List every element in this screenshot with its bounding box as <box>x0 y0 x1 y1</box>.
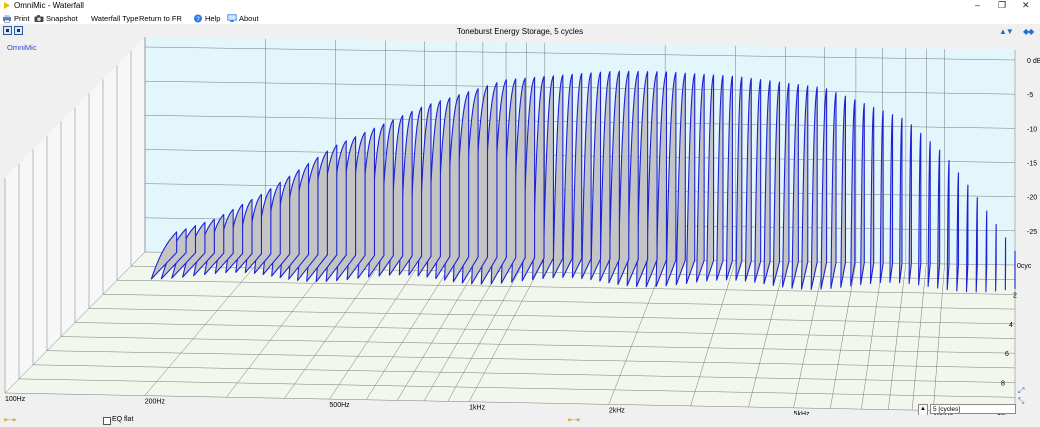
left-range-arrows-icon[interactable]: ⇤⇥ <box>4 416 16 424</box>
z-tick-label: 8 <box>1001 381 1005 388</box>
y-tick-label: -10 <box>1027 126 1037 133</box>
waterfall-plot[interactable]: 100Hz200Hz500Hz1kHz2kHz5kHz10kHz15kHz0 d… <box>0 0 1040 427</box>
decay-slice <box>995 223 997 292</box>
mid-range-arrows-icon[interactable]: ⇤⇥ <box>568 416 580 424</box>
zoom-arrows-icon[interactable]: ◆◆ <box>1023 27 1034 36</box>
eq-flat-label: EQ flat <box>112 416 134 423</box>
y-tick-label: 0 dB <box>1027 58 1040 65</box>
x-tick-label: 200Hz <box>145 399 166 406</box>
y-tick-label: -5 <box>1027 92 1033 99</box>
decay-slice <box>985 210 988 293</box>
eq-flat-checkbox[interactable] <box>103 417 111 425</box>
z-tick-label: 4 <box>1009 322 1013 329</box>
y-tick-label: -20 <box>1027 195 1037 202</box>
x-tick-label: 100Hz <box>5 396 26 403</box>
y-tick-label: -15 <box>1027 161 1037 168</box>
x-tick-label: 2kHz <box>609 407 625 414</box>
z-tick-label: 6 <box>1005 351 1009 358</box>
status-bar: ⇤⇥ EQ flat ⇤⇥ <box>0 415 1040 427</box>
brand-label: OmniMic <box>7 43 37 52</box>
x-tick-label: 500Hz <box>329 402 350 409</box>
z-tick-label: 2 <box>1013 292 1017 299</box>
chart-title: Toneburst Energy Storage, 5 cycles <box>456 27 584 36</box>
x-tick-label: 1kHz <box>469 405 485 412</box>
shrink-icon[interactable]: ⤡ <box>1018 396 1024 406</box>
z-tick-label: 0cyc <box>1017 263 1032 270</box>
cycles-input[interactable]: 5 [cycles] <box>930 404 1016 414</box>
y-tick-label: -25 <box>1027 229 1037 236</box>
scroll-arrows-icon[interactable]: ▲▼ <box>999 27 1014 36</box>
expand-icon[interactable]: ⤢ <box>1018 386 1024 396</box>
